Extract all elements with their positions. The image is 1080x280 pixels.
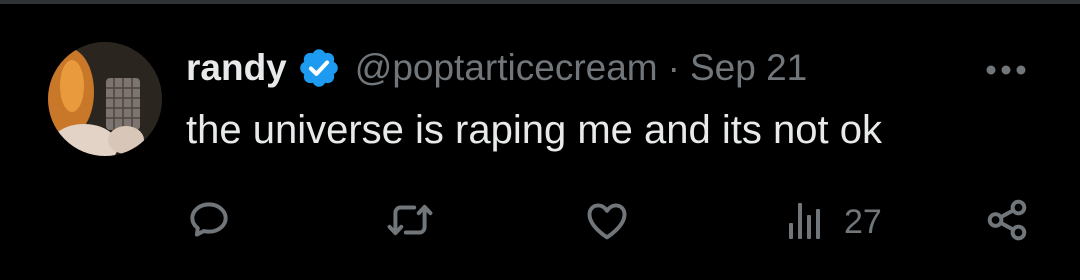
like-button[interactable] xyxy=(582,196,632,248)
repost-button[interactable] xyxy=(384,196,436,248)
post-header: randy @poptarticecream · Sep 21 xyxy=(186,46,807,90)
views-button[interactable]: 27 xyxy=(786,196,882,248)
separator: · xyxy=(667,47,680,88)
reply-icon xyxy=(184,195,234,250)
views-count: 27 xyxy=(844,202,882,241)
more-icon[interactable] xyxy=(978,52,1034,88)
post[interactable]: randy @poptarticecream · Sep 21 the univ… xyxy=(0,4,1080,280)
post-date[interactable]: Sep 21 xyxy=(690,47,807,89)
like-icon xyxy=(582,195,632,250)
author-handle[interactable]: @poptarticecream xyxy=(355,47,658,89)
views-icon xyxy=(786,195,832,250)
post-text: the universe is raping me and its not ok xyxy=(186,108,882,152)
repost-icon xyxy=(384,195,436,250)
reply-button[interactable] xyxy=(184,196,234,248)
share-button[interactable] xyxy=(982,196,1032,248)
avatar[interactable] xyxy=(48,42,162,156)
share-icon xyxy=(982,195,1032,250)
display-name[interactable]: randy xyxy=(186,47,287,89)
verified-badge-icon[interactable] xyxy=(297,46,341,90)
